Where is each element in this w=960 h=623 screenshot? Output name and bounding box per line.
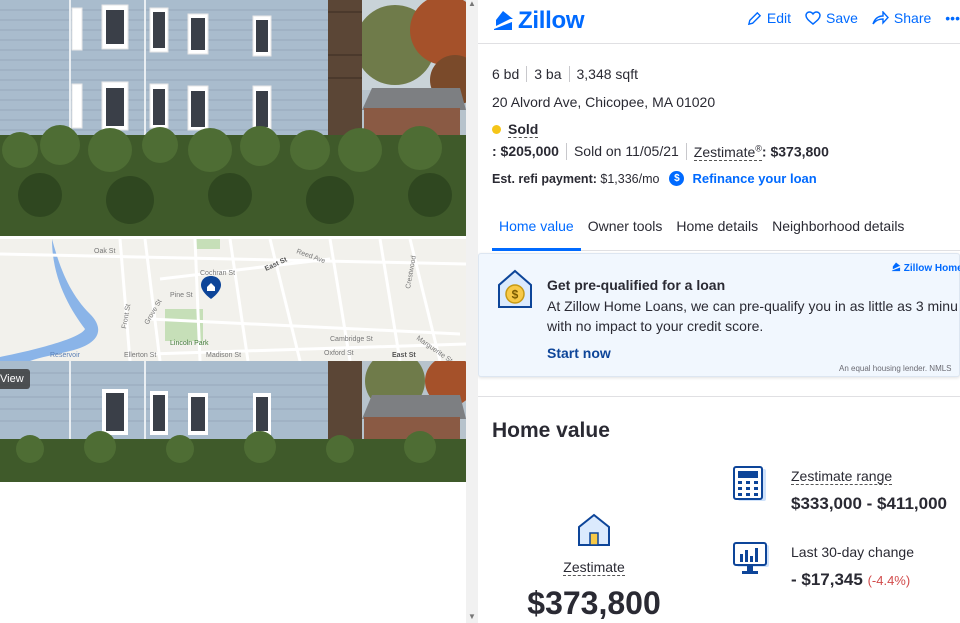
detail-tabs: Home value Owner tools Home details Neig… xyxy=(492,205,960,251)
tab-home-value[interactable]: Home value xyxy=(492,205,581,251)
svg-text:Madison St: Madison St xyxy=(206,352,241,359)
svg-text:Ellerton St: Ellerton St xyxy=(124,352,156,359)
more-options-button[interactable]: ••• xyxy=(945,10,960,26)
start-now-link[interactable]: Start now xyxy=(547,345,611,361)
promo-body-line-2: with no impact to your credit score. xyxy=(547,318,764,334)
tab-neighborhood-details[interactable]: Neighborhood details xyxy=(765,205,911,251)
zillow-logo[interactable]: Zillow xyxy=(492,7,585,35)
refi-payment-row: Est. refi payment: $1,336/mo $ Refinance… xyxy=(492,171,817,186)
share-button[interactable]: Share xyxy=(872,10,931,26)
prequal-promo-card: $ Get pre-qualified for a loan At Zillow… xyxy=(478,253,960,377)
price-row: : $205,000 Sold on 11/05/21 Zestimate®: … xyxy=(492,143,836,161)
property-address: 20 Alvord Ave, Chicopee, MA 01020 xyxy=(492,94,716,110)
sold-price: : $205,000 xyxy=(492,143,559,159)
monitor-chart-icon xyxy=(733,542,769,574)
save-label: Save xyxy=(826,10,858,26)
home-facts: 6 bd 3 ba 3,348 sqft xyxy=(492,66,645,82)
zillow-small-logo-icon xyxy=(891,262,901,272)
zestimate-range-value: $333,000 - $411,000 xyxy=(791,494,947,513)
zillow-logo-icon xyxy=(494,11,513,30)
svg-text:Reservoir: Reservoir xyxy=(50,352,81,359)
pencil-icon xyxy=(747,11,761,25)
status-dot-icon xyxy=(492,125,501,134)
more-icon: ••• xyxy=(945,10,960,26)
promo-body: At Zillow Home Loans, we can pre-qualify… xyxy=(547,296,960,336)
svg-text:$: $ xyxy=(512,288,519,302)
house-dollar-icon: $ xyxy=(498,269,532,308)
svg-text:East St: East St xyxy=(392,352,416,359)
zestimate-main: Zestimate $373,800 xyxy=(518,513,670,622)
svg-text:Pine St: Pine St xyxy=(170,292,193,299)
gallery-scrollbar[interactable]: ▲ ▼ xyxy=(466,0,478,623)
calculator-icon xyxy=(733,466,766,501)
location-map[interactable]: Oak St Cochran St Pine St Grove St Front… xyxy=(0,239,466,361)
section-divider xyxy=(478,396,960,397)
promo-body-line-1: At Zillow Home Loans, we can pre-qualify… xyxy=(547,298,958,314)
registered-mark: ® xyxy=(755,143,762,153)
zestimate-value: $373,800 xyxy=(527,585,661,621)
svg-text:Oxford St: Oxford St xyxy=(324,350,354,357)
change-amount: - $17,345 xyxy=(791,570,863,589)
share-label: Share xyxy=(893,10,932,26)
refi-label: Est. refi payment: xyxy=(492,171,597,186)
listing-status: Sold xyxy=(492,121,539,138)
scroll-up-arrow-icon[interactable]: ▲ xyxy=(468,0,476,8)
refi-value: $1,336/mo xyxy=(600,171,660,186)
zestimate-word: Zestimate xyxy=(693,143,756,160)
heart-icon xyxy=(805,10,821,25)
home-details-panel: Zillow Edit Save Share ••• 6 bd 3 ba 3,3… xyxy=(478,0,960,623)
house-photo-primary[interactable] xyxy=(0,0,466,236)
home-value-heading: Home value xyxy=(492,419,610,442)
dollar-badge-icon: $ xyxy=(669,171,685,186)
lender-disclaimer: An equal housing lender. NMLS xyxy=(839,364,952,373)
zestimate-range-label[interactable]: Zestimate range xyxy=(791,468,893,485)
logo-text: Zillow xyxy=(518,7,585,34)
zestimate-summary-value: : $373,800 xyxy=(761,143,829,160)
street-view-button[interactable]: View xyxy=(0,369,30,389)
edit-label: Edit xyxy=(766,10,791,26)
scroll-down-arrow-icon[interactable]: ▼ xyxy=(468,613,476,621)
svg-text:Lincoln Park: Lincoln Park xyxy=(170,340,209,347)
photo-gallery: Oak St Cochran St Pine St Grove St Front… xyxy=(0,0,466,623)
zestimate-label[interactable]: Zestimate xyxy=(563,559,625,576)
share-icon xyxy=(872,11,889,25)
sold-date: Sold on 11/05/21 xyxy=(565,143,686,160)
svg-text:Cochran St: Cochran St xyxy=(200,270,235,277)
zestimate-summary-label[interactable]: Zestimate® xyxy=(693,143,762,161)
header-bar: Zillow Edit Save Share ••• xyxy=(478,0,960,44)
brand-text: Zillow Home xyxy=(903,263,960,274)
promo-title: Get pre-qualified for a loan xyxy=(547,277,726,293)
house-icon xyxy=(578,513,610,546)
tab-home-details[interactable]: Home details xyxy=(669,205,765,251)
svg-text:Oak St: Oak St xyxy=(94,248,115,255)
zillow-home-loans-logo: Zillow Home xyxy=(891,262,960,274)
beds-count: 6 bd xyxy=(492,66,520,82)
zestimate-summary: Zestimate®: $373,800 xyxy=(685,143,836,161)
status-label[interactable]: Sold xyxy=(508,121,539,138)
baths-count: 3 ba xyxy=(526,66,568,82)
sqft-value: 3,348 sqft xyxy=(568,66,646,82)
edit-button[interactable]: Edit xyxy=(747,10,791,26)
last-30-day-change-value: - $17,345 (-4.4%) xyxy=(791,570,910,590)
last-30-day-change-label: Last 30-day change xyxy=(791,544,914,560)
header-actions: Edit Save Share ••• xyxy=(747,10,960,26)
change-percent: (-4.4%) xyxy=(867,573,911,588)
save-button[interactable]: Save xyxy=(805,10,858,26)
house-photo-secondary[interactable] xyxy=(0,361,466,482)
svg-text:Cambridge St: Cambridge St xyxy=(330,336,373,343)
refinance-link[interactable]: Refinance your loan xyxy=(692,171,816,186)
tab-owner-tools[interactable]: Owner tools xyxy=(581,205,670,251)
